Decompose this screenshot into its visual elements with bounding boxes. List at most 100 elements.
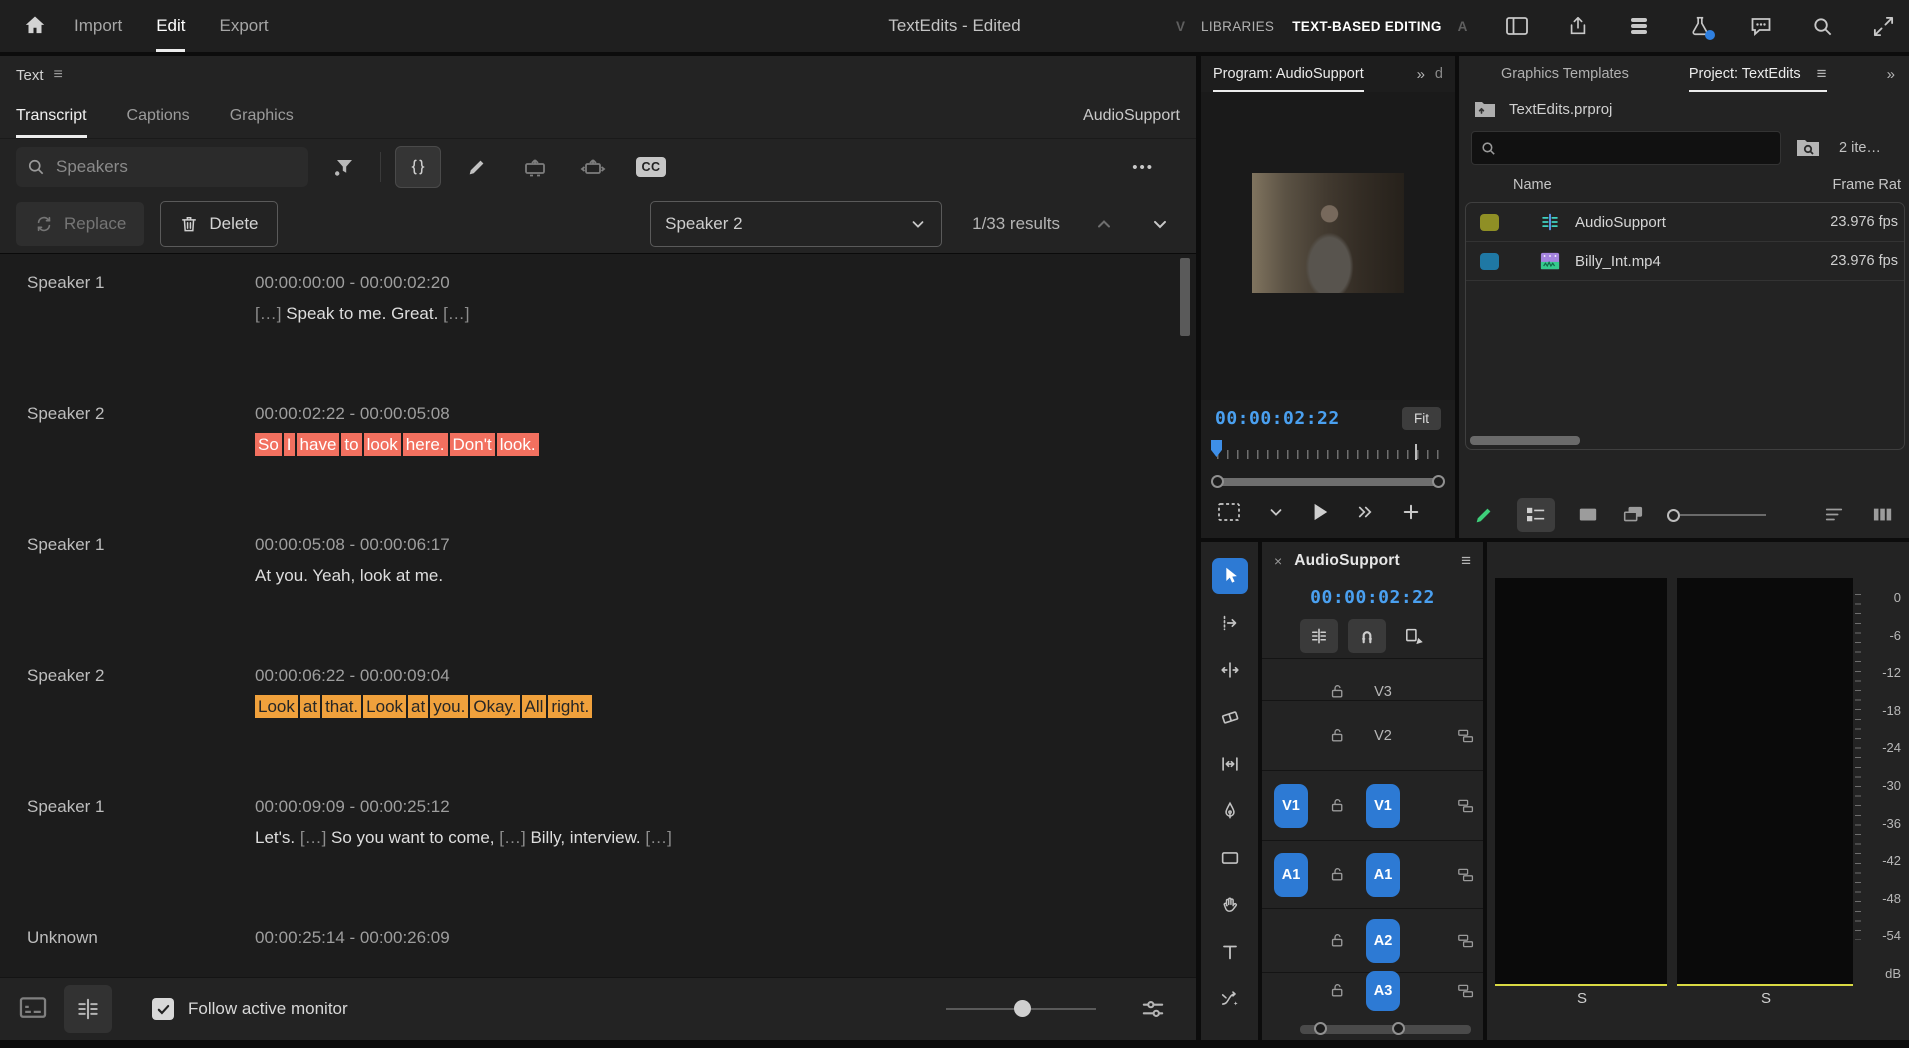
panel-menu-icon[interactable]: ≡ [1817,64,1827,84]
search-icon[interactable] [1811,15,1834,38]
track-lock-icon[interactable] [1320,982,1354,999]
project-breadcrumb[interactable]: TextEdits.prproj [1509,101,1612,118]
transcript-row[interactable]: Speaker 100:00:05:08 - 00:00:06:17At you… [0,530,1196,661]
zoom-handle-left[interactable] [1211,475,1224,488]
tab-overflow-icon[interactable]: » [1417,66,1425,83]
next-result-icon[interactable] [1140,214,1180,234]
rectangle-tool[interactable] [1212,840,1248,876]
target-badge[interactable]: A2 [1366,919,1400,963]
track-target-v1[interactable]: V1 [1354,784,1412,828]
transcript-row[interactable]: Unknown00:00:25:14 - 00:00:26:09 [0,923,1196,977]
track-settings-icon[interactable] [1457,798,1475,814]
scroll-handle-right[interactable] [1392,1022,1405,1035]
project-writable-icon[interactable] [1473,504,1495,526]
delete-button[interactable]: Delete [160,201,277,247]
transcript-row[interactable]: Speaker 200:00:02:22 - 00:00:05:08SoIhav… [0,399,1196,530]
track-lock-icon[interactable] [1320,797,1354,814]
program-timecode[interactable]: 00:00:02:22 [1215,408,1340,429]
tab-transcript[interactable]: Transcript [16,94,87,138]
home-icon[interactable] [22,13,48,39]
panel-menu-icon[interactable]: ≡ [1461,551,1471,571]
program-mini-timeline[interactable] [1211,440,1445,470]
track-lock-icon[interactable] [1320,932,1354,949]
remix-tool[interactable] [1212,981,1248,1017]
workspaces-icon[interactable] [1627,14,1651,38]
solo-left-button[interactable]: S [1569,990,1595,1007]
chevron-down-icon[interactable] [1267,503,1285,521]
close-sequence-icon[interactable]: × [1274,553,1282,569]
panel-menu-icon[interactable]: ≡ [54,66,63,84]
track-settings-icon[interactable] [1457,933,1475,949]
filter-icon[interactable] [322,147,366,187]
zoom-slider-knob[interactable] [1667,509,1680,522]
search-bins-icon[interactable] [1795,137,1821,159]
fullscreen-icon[interactable] [1872,15,1895,38]
nest-sequence-icon[interactable] [1300,619,1338,653]
type-tool[interactable] [1212,934,1248,970]
speaker-search-box[interactable] [16,147,308,187]
program-monitor-tab[interactable]: Program: AudioSupport [1213,56,1364,92]
list-view-button[interactable] [1517,498,1555,532]
track-settings-icon[interactable] [1457,728,1475,744]
track-target-a2[interactable]: A2 [1354,919,1412,963]
source-patch-a1[interactable]: A1 [1262,853,1320,897]
create-captions-icon[interactable] [513,147,557,187]
ripple-edit-tool[interactable] [1212,652,1248,688]
track-select-forward-tool[interactable] [1212,605,1248,641]
timeline-scrollbar[interactable] [1300,1025,1471,1034]
captions-view-icon[interactable] [16,992,50,1026]
snap-magnet-icon[interactable] [1348,619,1386,653]
linked-selection-icon[interactable] [1396,619,1434,653]
source-patch-v1[interactable]: V1 [1262,784,1320,828]
track-settings-icon[interactable] [1457,983,1475,999]
track-target-a3[interactable]: A3 [1354,971,1412,1011]
razor-tool[interactable] [1212,699,1248,735]
project-item-row[interactable]: AudioSupport23.976 fps [1466,203,1904,242]
text-size-slider[interactable] [946,1008,1096,1010]
track-target-v2[interactable]: V2 [1354,728,1412,744]
tab-overflow-icon[interactable]: » [1887,66,1895,83]
track-target-v3[interactable]: V3 [1354,684,1412,700]
display-settings-icon[interactable] [1140,996,1166,1022]
fit-zoom-button[interactable]: Fit [1402,407,1441,430]
previous-result-icon[interactable] [1084,214,1124,234]
track-lock-icon[interactable] [1320,683,1354,700]
track-settings-icon[interactable] [1457,867,1475,883]
menu-import[interactable]: Import [74,0,122,52]
workspace-libraries[interactable]: LIBRARIES [1201,19,1274,34]
column-header-frame-rate[interactable]: Frame Rat [1833,177,1902,193]
label-color-swatch[interactable] [1480,214,1499,231]
more-options-icon[interactable]: ••• [1132,159,1154,176]
folder-up-icon[interactable] [1473,99,1497,119]
menu-export[interactable]: Export [219,0,268,52]
tab-project-textedits[interactable]: Project: TextEdits [1689,56,1801,92]
label-color-swatch[interactable] [1480,253,1499,270]
tab-graphics-templates[interactable]: Graphics Templates [1501,56,1629,92]
track-target-a1[interactable]: A1 [1354,853,1412,897]
target-badge[interactable]: A3 [1366,971,1400,1011]
sequence-tab[interactable]: AudioSupport [1294,552,1400,570]
tab-captions[interactable]: Captions [127,94,190,138]
follow-monitor-checkbox[interactable] [152,998,174,1020]
project-search-box[interactable] [1471,131,1781,165]
sort-icon[interactable] [1823,505,1845,525]
transcript-list[interactable]: Speaker 100:00:00:00 - 00:00:02:20[…] Sp… [0,253,1196,977]
item-name[interactable]: Billy_Int.mp4 [1575,253,1661,270]
text-panel-tab[interactable]: Text [16,67,44,84]
thumbnail-zoom-slider[interactable] [1667,509,1766,522]
horizontal-scrollbar-thumb[interactable] [1470,436,1580,445]
workspace-text-based-editing[interactable]: TEXT-BASED EDITING [1292,19,1441,34]
sequence-timecode[interactable]: 00:00:02:22 [1310,587,1435,608]
cc-icon[interactable]: CC [629,147,673,187]
transcript-view-icon[interactable] [64,985,112,1033]
create-subtitles-icon[interactable] [571,147,615,187]
button-editor-icon[interactable] [1401,502,1421,522]
scrollbar-thumb[interactable] [1180,258,1190,336]
show-pauses-toggle[interactable] [395,146,441,188]
zoom-handle-right[interactable] [1432,475,1445,488]
edit-transcript-icon[interactable] [455,147,499,187]
item-name[interactable]: AudioSupport [1575,214,1666,231]
play-button[interactable] [1311,502,1329,522]
transcript-row[interactable]: Speaker 100:00:09:09 - 00:00:25:12Let's.… [0,792,1196,923]
track-lock-icon[interactable] [1320,866,1354,883]
